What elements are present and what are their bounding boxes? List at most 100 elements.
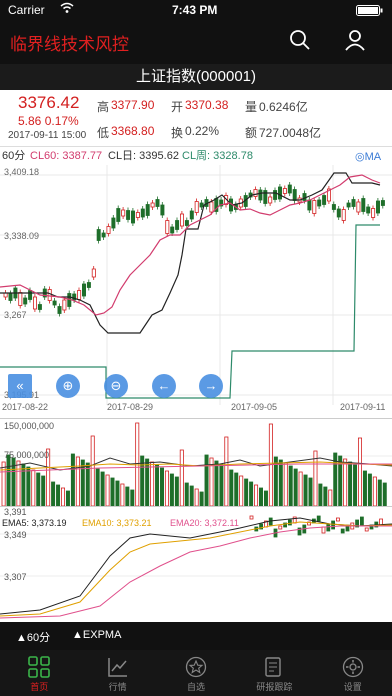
volume-bar xyxy=(258,487,263,506)
volume-bar xyxy=(219,463,224,506)
volume-bar xyxy=(179,449,184,506)
tab-research[interactable]: 研报跟踪 xyxy=(235,650,313,696)
y-tick-main: 3,338.09 xyxy=(4,231,39,241)
y-tick-main: 3,267 xyxy=(4,310,27,320)
clock: 7:43 PM xyxy=(172,3,218,17)
volume-bar xyxy=(70,453,75,506)
high-label: 高 xyxy=(97,100,110,114)
volume-bar xyxy=(372,476,377,506)
volume-chart[interactable]: 150,000,000 75,000,000 xyxy=(0,418,392,506)
scroll-left-button[interactable]: ← xyxy=(152,374,176,398)
candle xyxy=(130,208,135,226)
quote-panel: 3376.42 5.86 0.17% 2017-09-11 15:00 高 33… xyxy=(0,90,392,146)
candle xyxy=(361,195,366,215)
triangle-up-icon: ▲ xyxy=(72,629,83,641)
tab-market[interactable]: 行情 xyxy=(78,650,156,696)
volume-bar xyxy=(377,479,382,506)
ma-label: MA xyxy=(364,151,382,163)
ema5-label: EMA5: 3,373.19 xyxy=(2,518,67,528)
volume-bar xyxy=(100,471,105,506)
x-tick-main: 2017-09-05 xyxy=(231,402,277,412)
ema-candle xyxy=(379,518,384,526)
tab-home-label: 首页 xyxy=(30,682,49,692)
volume-bar xyxy=(214,460,219,506)
period-label[interactable]: 60分 xyxy=(2,147,25,165)
candle xyxy=(165,217,170,237)
app-title: 临界线技术风控 xyxy=(10,35,129,54)
candle xyxy=(375,198,380,216)
volume-bar xyxy=(145,458,150,506)
volume-bar xyxy=(293,468,298,506)
ema-candle xyxy=(316,515,321,522)
volume-bar xyxy=(189,485,194,506)
clweek-label: CL周: 3328.78 xyxy=(182,150,253,162)
y-tick-volume: 75,000,000 xyxy=(4,450,49,460)
user-icon[interactable] xyxy=(344,29,366,56)
current-price: 3376.42 xyxy=(18,93,80,112)
low-value: 3368.80 xyxy=(111,124,155,138)
volume-bar xyxy=(298,471,303,506)
volume-bar xyxy=(239,475,244,506)
battery-icon xyxy=(356,5,384,19)
ma-toggle[interactable]: ◎MA xyxy=(355,148,381,166)
y-tick-volume: 150,000,000 xyxy=(4,421,54,431)
ema-candle xyxy=(359,516,364,526)
volume-bar xyxy=(288,465,293,506)
ema20-label: EMA20: 3,372.11 xyxy=(170,518,239,528)
y-tick-main: 3,409.18 xyxy=(4,167,39,177)
ema-candle xyxy=(287,519,292,526)
line-chart-icon xyxy=(107,656,129,678)
volume-bar xyxy=(75,456,80,506)
volume-bar xyxy=(169,473,174,506)
candle xyxy=(33,294,38,312)
zoom-out-button[interactable]: ⊖ xyxy=(104,374,128,398)
volume-bar xyxy=(283,462,288,506)
y-tick-ema: 3,391 xyxy=(4,507,27,517)
volume-bar xyxy=(229,469,234,506)
volume-bar xyxy=(16,460,21,506)
volume-bar xyxy=(56,484,61,506)
volume-bar xyxy=(31,469,36,506)
arrow-right-icon: → xyxy=(204,378,218,393)
wifi-icon xyxy=(60,2,74,17)
volume-bar xyxy=(90,435,95,506)
volume-bar xyxy=(85,462,90,506)
arrow-left-icon: ← xyxy=(157,378,171,393)
grid-icon xyxy=(28,656,50,678)
scroll-right-button[interactable]: → xyxy=(199,374,223,398)
amount-label: 额 xyxy=(245,126,258,140)
indicator-selector[interactable]: ▲EXPMA xyxy=(72,629,121,641)
ema-chart[interactable]: EMA5: 3,373.19 EMA10: 3,373.21 EMA20: 3,… xyxy=(0,506,392,622)
tab-watchlist[interactable]: 自选 xyxy=(157,650,235,696)
indicator-selector-bar: ▲60分 ▲EXPMA xyxy=(0,622,392,650)
ema-candle xyxy=(335,517,340,522)
volume-bar xyxy=(115,480,120,506)
volume-bar xyxy=(367,473,372,506)
tab-market-label: 行情 xyxy=(108,682,127,692)
volume-bar xyxy=(328,489,333,506)
tab-settings[interactable]: 设置 xyxy=(314,650,392,696)
volume-bar xyxy=(303,474,308,506)
volume-bar xyxy=(159,467,164,506)
volume-bar xyxy=(204,454,209,506)
candle xyxy=(277,184,282,202)
tab-home[interactable]: 首页 xyxy=(0,650,78,696)
ema-candle xyxy=(326,523,331,532)
collapse-left-button[interactable]: « xyxy=(8,374,32,398)
period-selector[interactable]: ▲60分 xyxy=(16,629,50,645)
volume-bar xyxy=(6,454,11,506)
volume-bar xyxy=(278,459,283,506)
volume-bar xyxy=(343,458,348,506)
zoom-in-button[interactable]: ⊕ xyxy=(56,374,80,398)
gear-icon xyxy=(342,656,364,678)
candle xyxy=(18,289,23,309)
ema-candle xyxy=(278,525,283,530)
search-icon[interactable] xyxy=(289,29,311,56)
x-tick-main: 2017-09-11 xyxy=(340,402,385,412)
nav-bar: 临界线技术风控 xyxy=(0,20,392,64)
ema-candle xyxy=(331,520,336,530)
volume-bar xyxy=(155,464,160,506)
open-value: 3370.38 xyxy=(185,98,229,112)
volume-bar xyxy=(323,486,328,506)
volume-bar xyxy=(105,474,110,506)
